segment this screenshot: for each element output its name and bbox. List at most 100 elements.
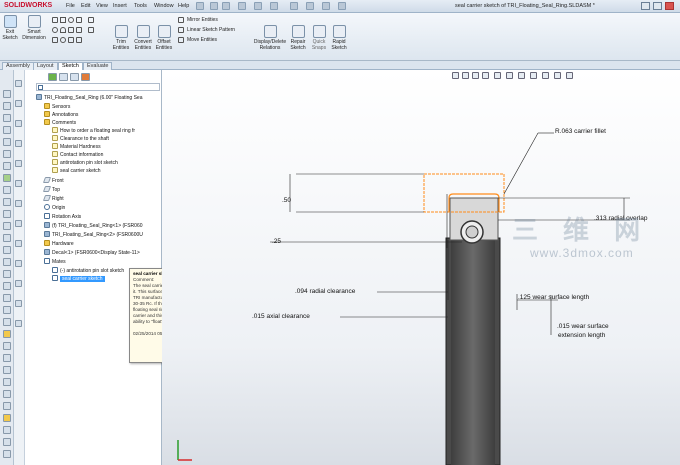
linear-sketch-pattern-label[interactable]: Linear Sketch Pattern [187, 27, 235, 33]
line-icon[interactable] [52, 17, 58, 23]
graphics-area[interactable]: R.063 carrier fillet .50 .25 .313 radial… [162, 70, 680, 465]
dim-wear-extension-2[interactable]: extension length [558, 332, 605, 339]
slot-icon[interactable] [68, 17, 74, 23]
tool-icon[interactable] [3, 138, 11, 146]
tree-item-decal[interactable]: Decal<1> (FSR0600<Display State-11> [44, 249, 140, 257]
tool-icon[interactable] [3, 210, 11, 218]
tool-icon[interactable] [15, 80, 22, 87]
tool-icon[interactable] [3, 150, 11, 158]
tool-icon[interactable] [3, 162, 11, 170]
tool-icon[interactable] [3, 318, 11, 326]
tree-item-comment[interactable]: Clearance to the shaft [52, 135, 109, 143]
tool-icon[interactable] [15, 320, 22, 327]
text-icon[interactable] [76, 27, 82, 33]
tool-icon[interactable] [15, 180, 22, 187]
tool-icon[interactable] [3, 402, 11, 410]
menu-edit[interactable]: Edit [81, 3, 90, 9]
centerline-icon[interactable] [88, 27, 94, 33]
tool-icon[interactable] [3, 90, 11, 98]
menu-view[interactable]: View [96, 3, 108, 9]
tree-item-component[interactable]: TRI_Floating_Seal_Ring<2> (FSR0600U [44, 231, 143, 239]
tree-item-sketch-selected[interactable]: seal carrier sketch [52, 275, 105, 283]
dim-wear-extension-1[interactable]: .015 wear surface [557, 323, 609, 330]
circle-icon[interactable] [52, 27, 58, 33]
print-icon[interactable] [254, 2, 262, 10]
tab-assembly[interactable]: Assembly [2, 62, 34, 70]
tool-icon[interactable] [15, 260, 22, 267]
menu-insert[interactable]: Insert [113, 3, 127, 9]
ellipse-icon[interactable] [60, 37, 66, 43]
tool-icon[interactable] [3, 426, 11, 434]
tab-layout[interactable]: Layout [33, 62, 58, 70]
save-icon[interactable] [238, 2, 246, 10]
display-delete-relations-button[interactable]: Display/Delete Relations [253, 25, 287, 51]
smart-dimension-button[interactable]: Smart Dimension [22, 15, 46, 41]
tool-icon[interactable] [3, 246, 11, 254]
tree-item-right-plane[interactable]: Right [42, 195, 64, 203]
tree-item-comment[interactable]: seal carrier sketch [52, 167, 101, 175]
tool-icon[interactable] [3, 366, 11, 374]
tool-icon[interactable] [3, 378, 11, 386]
tool-icon[interactable] [15, 140, 22, 147]
dim-0-50[interactable]: .50 [282, 197, 291, 204]
spline-icon[interactable] [52, 37, 58, 43]
linear-pattern-icon[interactable] [178, 27, 184, 33]
menu-file[interactable]: File [66, 3, 75, 9]
repair-sketch-button[interactable]: Repair Sketch [288, 25, 308, 51]
tree-item-comment[interactable]: How to order a floating seal ring fr [52, 127, 135, 135]
tool-icon[interactable] [3, 342, 11, 350]
dim-axial-clearance[interactable]: .015 axial clearance [252, 313, 310, 320]
tree-item-mates[interactable]: Mates [44, 258, 66, 266]
convert-entities-button[interactable]: Convert Entities [132, 25, 154, 51]
tool-icon[interactable] [3, 258, 11, 266]
select-icon[interactable] [290, 2, 298, 10]
tree-item-comments[interactable]: Comments [44, 119, 76, 127]
tool-icon[interactable] [3, 282, 11, 290]
rapid-sketch-button[interactable]: Rapid Sketch [329, 25, 349, 51]
tool-icon[interactable] [15, 240, 22, 247]
menu-window[interactable]: Window [154, 3, 174, 9]
tab-evaluate[interactable]: Evaluate [83, 62, 113, 70]
tree-item-comment[interactable]: Contact information [52, 151, 103, 159]
tool-icon[interactable] [3, 114, 11, 122]
tree-item-comment[interactable]: antirotation pin slot sketch [52, 159, 118, 167]
tool-icon[interactable] [15, 280, 22, 287]
dim-0-25[interactable]: .25 [272, 238, 281, 245]
new-document-icon[interactable] [210, 2, 218, 10]
tool-icon[interactable] [3, 102, 11, 110]
maximize-icon[interactable] [653, 2, 662, 10]
tree-filter-input[interactable] [36, 83, 160, 91]
mirror-icon[interactable] [178, 17, 184, 23]
tool-icon[interactable] [3, 414, 11, 422]
tool-icon[interactable] [3, 354, 11, 362]
tool-icon[interactable] [3, 294, 11, 302]
tree-root[interactable]: TRI_Floating_Seal_Ring (6.00" Floating S… [36, 94, 143, 102]
tool-icon[interactable] [15, 100, 22, 107]
tool-icon[interactable] [3, 330, 11, 338]
tool-icon[interactable] [15, 120, 22, 127]
rectangle-icon[interactable] [60, 17, 66, 23]
open-icon[interactable] [222, 2, 230, 10]
tree-item-front-plane[interactable]: Front [42, 177, 64, 185]
tool-icon[interactable] [3, 234, 11, 242]
arc-icon[interactable] [60, 27, 66, 33]
minimize-icon[interactable] [641, 2, 650, 10]
tree-item-rotation-axis[interactable]: Rotation Axis [44, 213, 81, 221]
tool-icon[interactable] [3, 198, 11, 206]
dim-fillet[interactable]: R.063 carrier fillet [555, 128, 606, 135]
tool-icon[interactable] [3, 270, 11, 278]
menu-help[interactable]: Help [178, 3, 189, 9]
tool-icon[interactable] [3, 222, 11, 230]
offset-entities-button[interactable]: Offset Entities [154, 25, 174, 51]
tree-item-sensors[interactable]: Sensors [44, 103, 70, 111]
fillet-icon[interactable] [68, 37, 74, 43]
feature-tree-tab-icon[interactable] [48, 73, 57, 81]
chamfer-icon[interactable] [88, 17, 94, 23]
pin-icon[interactable] [196, 2, 204, 10]
undo-icon[interactable] [270, 2, 278, 10]
quick-snaps-button[interactable]: Quick Snaps [309, 25, 329, 51]
tree-item-component[interactable]: (f) TRI_Floating_Seal_Ring<1> (FSR060 [44, 222, 143, 230]
move-entities-label[interactable]: Move Entities [187, 37, 217, 43]
tree-item-top-plane[interactable]: Top [42, 186, 60, 194]
polygon-icon[interactable] [68, 27, 74, 33]
